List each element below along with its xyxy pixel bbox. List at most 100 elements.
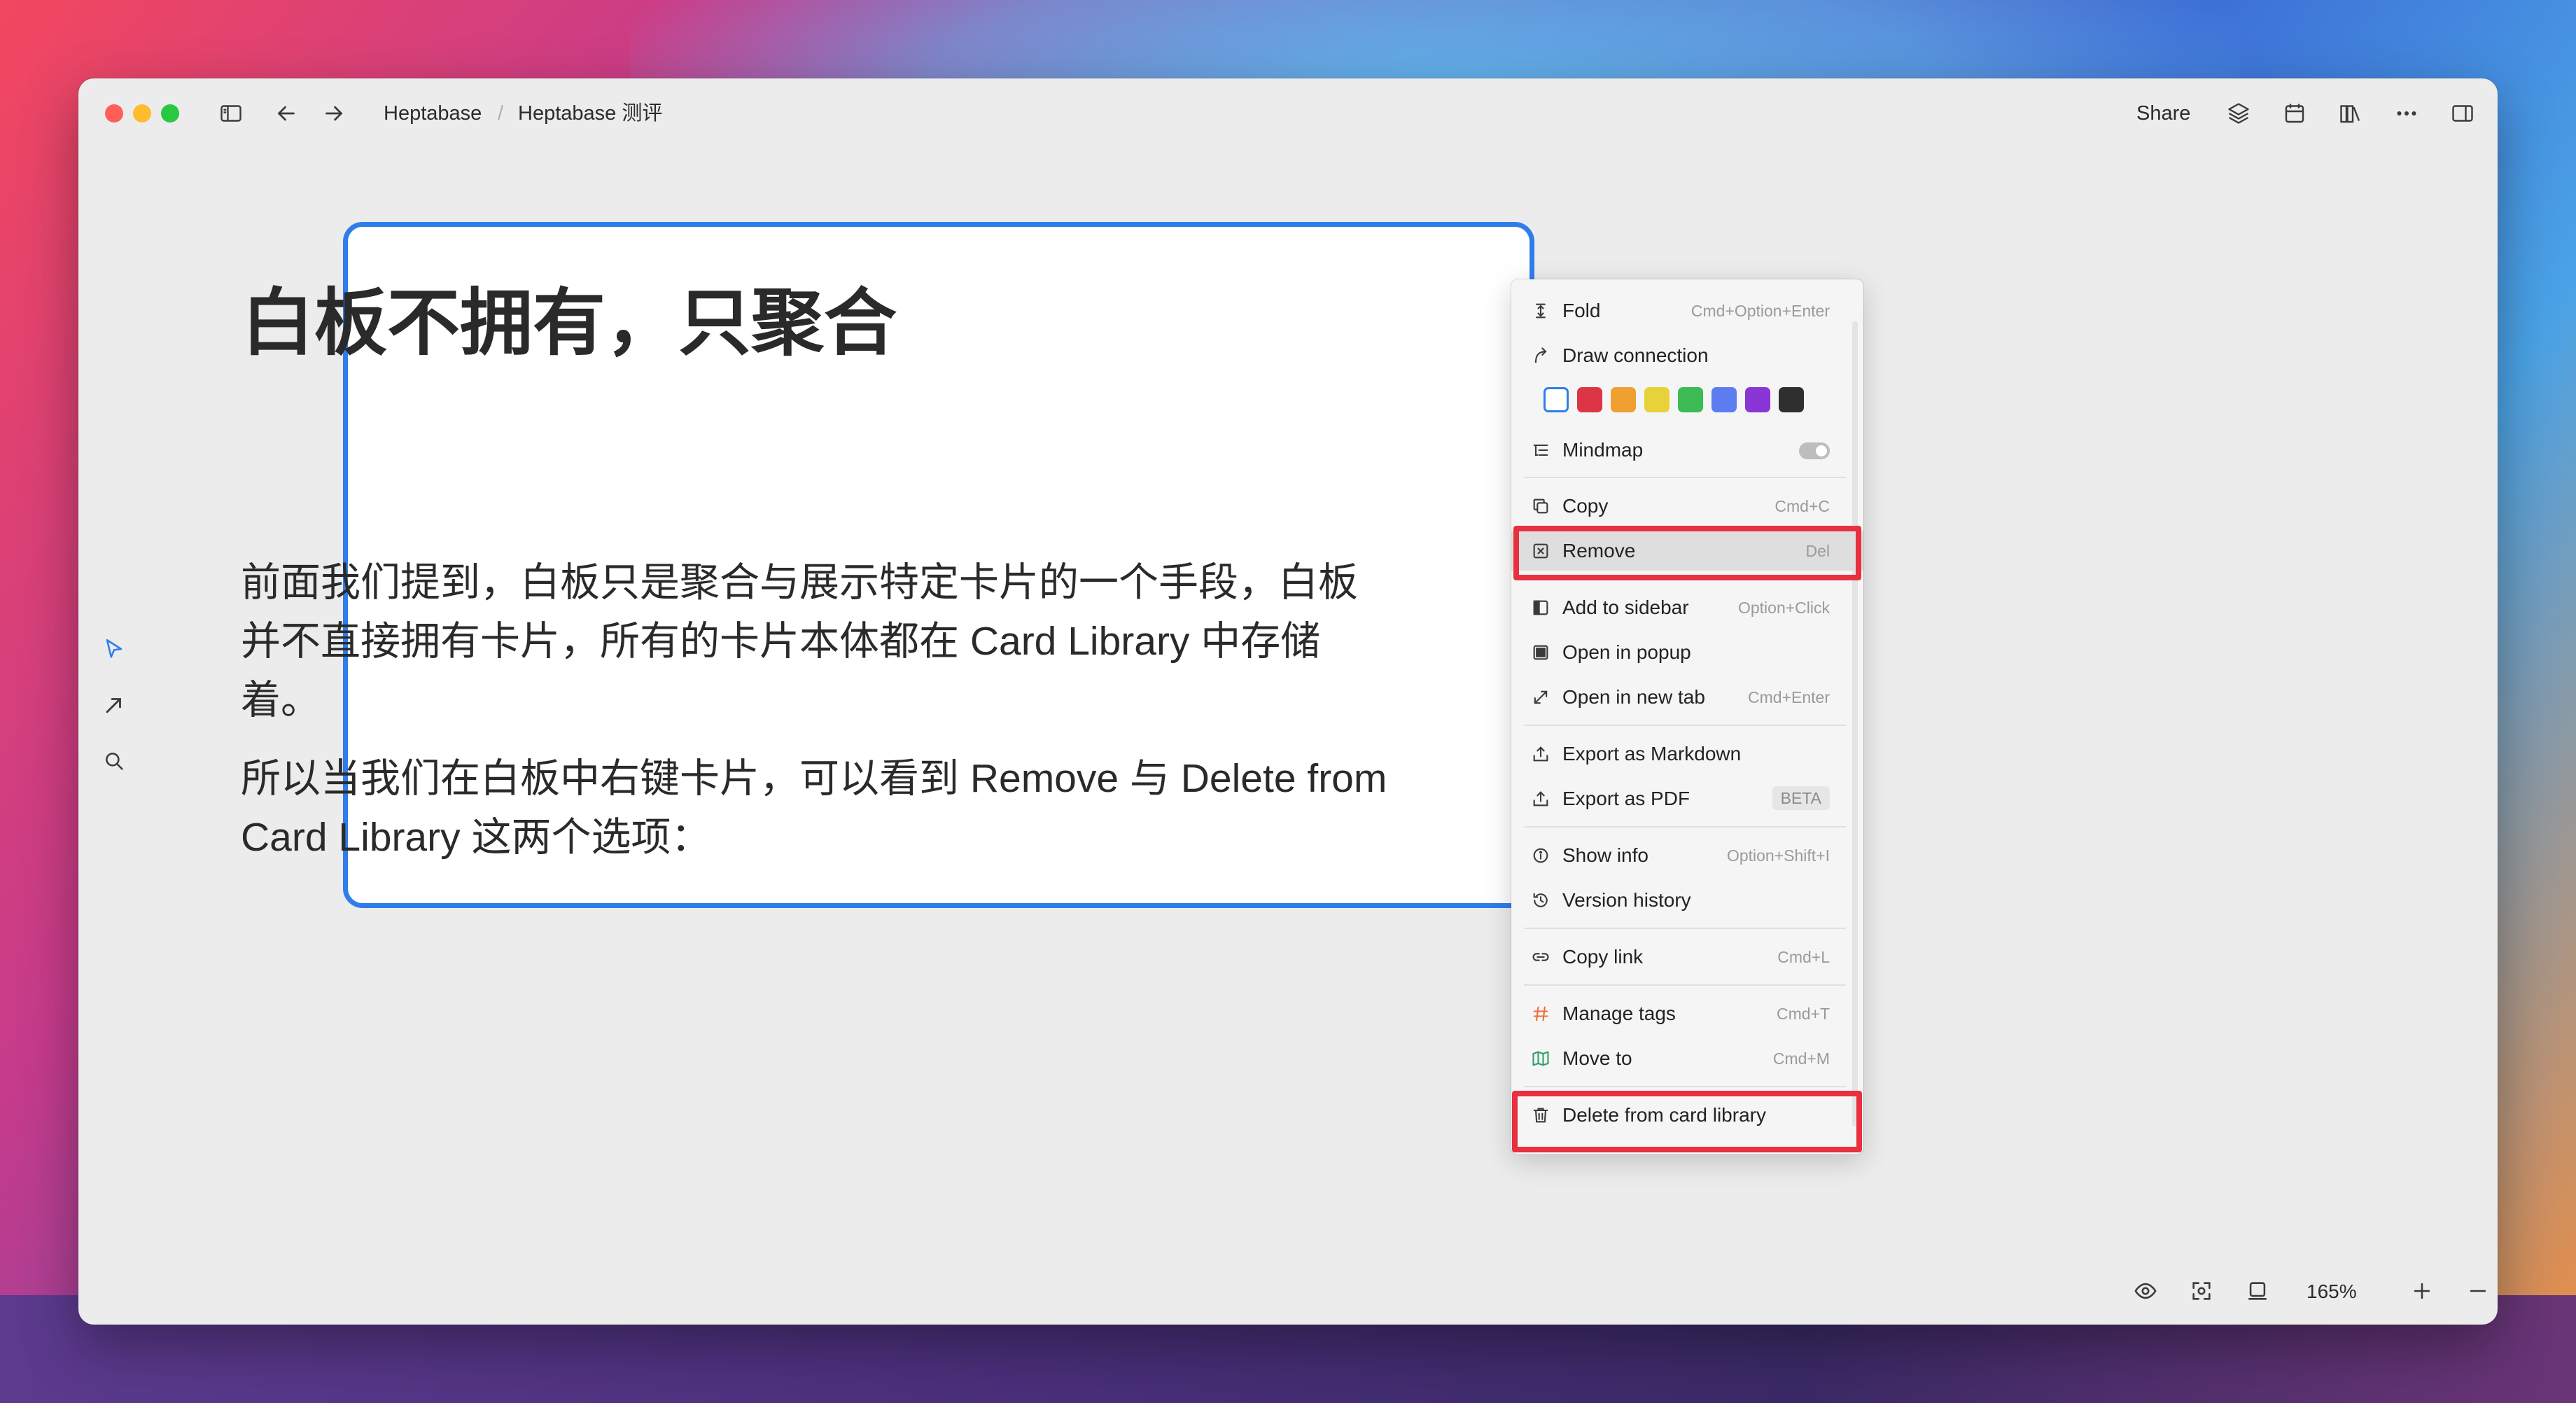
- menu-item-copy-link[interactable]: Copy link Cmd+L: [1511, 937, 1863, 977]
- sidebar-panel-icon: [1530, 596, 1552, 619]
- breadcrumb-separator: /: [498, 102, 504, 125]
- menu-item-export-markdown[interactable]: Export as Markdown: [1511, 734, 1863, 774]
- menu-shortcut: Option+Shift+I: [1726, 846, 1830, 865]
- fold-icon: [1530, 300, 1552, 322]
- menu-divider: [1524, 477, 1846, 478]
- color-swatch-blue[interactable]: [1712, 387, 1737, 412]
- card-paragraph-1: 前面我们提到，白板只是聚合与展示特定卡片的一个手段，白板并不直接拥有卡片，所有的…: [241, 560, 1358, 723]
- breadcrumb-root[interactable]: Heptabase: [384, 101, 482, 126]
- card-title: 白板不拥有，只聚合: [241, 283, 897, 364]
- eye-icon[interactable]: [2130, 1276, 2161, 1306]
- menu-item-version-history[interactable]: Version history: [1511, 881, 1863, 920]
- calendar-icon[interactable]: [2281, 99, 2309, 127]
- menu-item-draw-connection[interactable]: Draw connection: [1511, 336, 1863, 375]
- menu-shortcut: Cmd+M: [1772, 1049, 1830, 1068]
- menu-label: Manage tags: [1562, 1003, 1676, 1024]
- color-swatch-purple[interactable]: [1745, 387, 1770, 412]
- menu-divider: [1524, 928, 1846, 929]
- mindmap-toggle[interactable]: [1799, 442, 1830, 459]
- map-icon: [1530, 1047, 1552, 1070]
- zoom-level[interactable]: 165%: [2306, 1280, 2357, 1304]
- color-swatch-yellow[interactable]: [1644, 387, 1670, 412]
- menu-shortcut: Cmd+T: [1776, 1005, 1830, 1023]
- connection-arrow-icon: [1530, 344, 1552, 367]
- hashtag-icon: [1530, 1003, 1552, 1025]
- select-tool-icon[interactable]: [97, 631, 132, 666]
- right-panel-toggle-icon[interactable]: [2449, 99, 2477, 127]
- minimize-window-button[interactable]: [133, 104, 151, 123]
- card-paragraph-2: 所以当我们在白板中右键卡片，可以看到 Remove 与 Delete from …: [241, 756, 1387, 860]
- menu-label: Export as Markdown: [1562, 743, 1742, 765]
- color-swatch-black[interactable]: [1779, 387, 1804, 412]
- menu-item-open-in-popup[interactable]: Open in popup: [1511, 633, 1863, 672]
- color-swatch-red[interactable]: [1577, 387, 1602, 412]
- titlebar: Heptabase / Heptabase 测评 Share: [78, 78, 2498, 155]
- menu-shortcut: Cmd+Enter: [1748, 688, 1830, 706]
- arrow-tool-icon[interactable]: [97, 687, 132, 723]
- menu-label: Copy link: [1562, 946, 1644, 968]
- export-icon: [1530, 788, 1552, 810]
- menu-item-export-pdf[interactable]: Export as PDF BETA: [1511, 779, 1863, 818]
- color-swatch-white[interactable]: [1544, 387, 1569, 412]
- menu-label: Fold: [1562, 300, 1601, 321]
- zoom-window-button[interactable]: [161, 104, 179, 123]
- copy-icon: [1530, 495, 1552, 517]
- menu-divider: [1524, 984, 1846, 986]
- highlight-box-remove: [1513, 526, 1861, 580]
- menu-divider: [1524, 826, 1846, 828]
- menu-label: Show info: [1562, 844, 1648, 866]
- library-icon[interactable]: [2337, 99, 2365, 127]
- menu-label: Mindmap: [1562, 439, 1644, 461]
- menu-item-move-to[interactable]: Move to Cmd+M: [1511, 1039, 1863, 1078]
- share-button[interactable]: Share: [2136, 101, 2190, 126]
- menu-shortcut: Option+Click: [1737, 599, 1830, 617]
- close-window-button[interactable]: [105, 104, 123, 123]
- menu-label: Export as PDF: [1562, 788, 1690, 809]
- menu-label: Open in new tab: [1562, 686, 1705, 708]
- export-icon: [1530, 743, 1552, 765]
- menu-item-fold[interactable]: Fold Cmd+Option+Enter: [1511, 291, 1863, 330]
- link-icon: [1530, 946, 1552, 968]
- menu-label: Copy: [1562, 495, 1609, 517]
- menu-label: Version history: [1562, 889, 1691, 911]
- menu-item-manage-tags[interactable]: Manage tags Cmd+T: [1511, 994, 1863, 1033]
- search-icon[interactable]: [97, 744, 132, 779]
- menu-shortcut: Cmd+C: [1774, 497, 1830, 515]
- forward-arrow-icon[interactable]: [320, 99, 348, 127]
- expand-diagonal-icon: [1530, 686, 1552, 709]
- color-swatch-green[interactable]: [1678, 387, 1703, 412]
- zoom-in-icon[interactable]: [2407, 1276, 2437, 1306]
- beta-badge: BETA: [1772, 786, 1830, 810]
- popup-window-icon: [1530, 641, 1552, 664]
- minimap-icon[interactable]: [2242, 1276, 2273, 1306]
- whiteboard-toolbar: [97, 631, 139, 800]
- context-menu: Fold Cmd+Option+Enter Draw connection Mi…: [1511, 279, 1863, 1154]
- menu-label: Move to: [1562, 1047, 1632, 1069]
- info-icon: [1530, 844, 1552, 867]
- zoom-out-icon[interactable]: [2463, 1276, 2493, 1306]
- menu-divider: [1524, 725, 1846, 726]
- menu-shortcut: Cmd+Option+Enter: [1690, 302, 1830, 320]
- menu-divider: [1524, 1086, 1846, 1087]
- layers-icon[interactable]: [2225, 99, 2253, 127]
- color-swatch-orange[interactable]: [1611, 387, 1636, 412]
- menu-label: Add to sidebar: [1562, 596, 1689, 618]
- highlight-box-delete: [1512, 1091, 1862, 1152]
- mindmap-icon: [1530, 439, 1552, 461]
- sidebar-toggle-icon[interactable]: [217, 99, 245, 127]
- app-window: Heptabase / Heptabase 测评 Share 白板不拥有，只聚合…: [78, 78, 2498, 1325]
- menu-item-add-to-sidebar[interactable]: Add to sidebar Option+Click: [1511, 588, 1863, 627]
- menu-shortcut: Cmd+L: [1777, 948, 1830, 966]
- menu-label: Draw connection: [1562, 344, 1709, 366]
- breadcrumb-current[interactable]: Heptabase 测评: [518, 101, 662, 126]
- menu-item-copy[interactable]: Copy Cmd+C: [1511, 487, 1863, 526]
- back-arrow-icon[interactable]: [272, 99, 300, 127]
- menu-item-mindmap[interactable]: Mindmap: [1511, 431, 1863, 470]
- menu-label: Open in popup: [1562, 641, 1691, 663]
- history-icon: [1530, 889, 1552, 912]
- menu-item-show-info[interactable]: Show info Option+Shift+I: [1511, 836, 1863, 875]
- more-options-icon[interactable]: [2393, 99, 2421, 127]
- focus-frame-icon[interactable]: [2186, 1276, 2217, 1306]
- menu-item-open-in-new-tab[interactable]: Open in new tab Cmd+Enter: [1511, 678, 1863, 717]
- color-swatches: [1511, 382, 1863, 417]
